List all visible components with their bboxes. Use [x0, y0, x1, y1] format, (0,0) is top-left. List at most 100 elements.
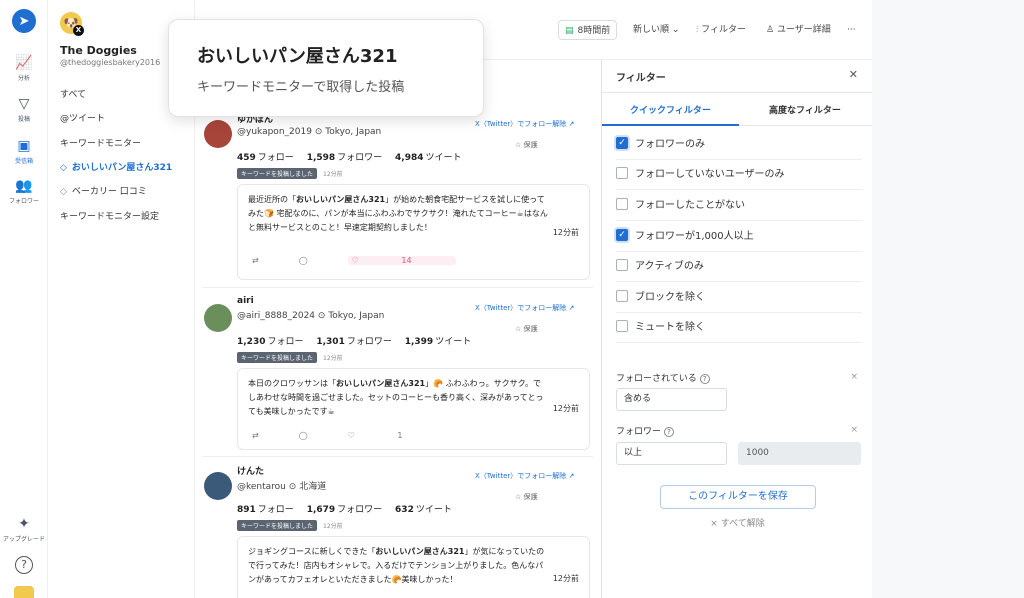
tweet-card[interactable]: 本日のクロワッサンは「おいしいパン屋さん321」🥐 ふわふわっ。サクサク。でしあ… — [237, 368, 590, 450]
rail-upgrade[interactable]: ✦ アップグレード — [0, 516, 48, 543]
following-label: フォロー — [257, 153, 294, 163]
checkbox-checked-icon[interactable]: ✓ — [616, 229, 628, 241]
sidebar-item-keyword-bakery[interactable]: ◇ おいしいパン屋さん321 — [48, 161, 195, 175]
user-detail-button[interactable]: ♙ ユーザー詳細 — [766, 20, 831, 40]
rail-post[interactable]: ▽ 投稿 — [0, 96, 48, 123]
checkbox-icon[interactable] — [616, 320, 628, 332]
sidebar-item-keyword-monitor[interactable]: キーワードモニター — [48, 137, 195, 151]
location-text: Tokyo, Japan — [328, 311, 385, 321]
avatar[interactable] — [204, 472, 232, 500]
remove-icon[interactable]: × — [850, 372, 858, 382]
checkbox-checked-icon[interactable]: ✓ — [616, 137, 628, 149]
tweet-card[interactable]: 最近近所の「おいしいパン屋さん321」が始めた朝食宅配サービスを試しに使ってみた… — [237, 184, 590, 280]
save-label: 保護 — [523, 141, 538, 149]
rail-analytics[interactable]: 📈 分析 — [0, 55, 48, 82]
sidebar-item-keyword-reviews[interactable]: ◇ ベーカリー 口コミ — [48, 185, 195, 199]
app-logo-icon[interactable]: ➤ — [12, 9, 36, 33]
filter-option-label: フォローしたことがない — [635, 200, 745, 211]
filter-option[interactable]: フォローしていないユーザーのみ — [616, 160, 862, 190]
save-button[interactable]: ☆ 保護 — [515, 324, 538, 334]
users-icon: 👥 — [15, 178, 33, 194]
reply-icon[interactable]: ◯ — [299, 256, 308, 265]
remove-icon[interactable]: × — [850, 425, 858, 435]
like-button[interactable]: ♡ 1 — [348, 431, 443, 440]
filter-option[interactable]: ブロックを除く — [616, 283, 862, 313]
like-button[interactable]: ♡ 14 — [347, 256, 456, 265]
save-filter-button[interactable]: このフィルターを保存 — [660, 485, 816, 509]
followers-label: フォロワー — [346, 337, 392, 347]
clear-all-button[interactable]: × すべて解除 — [602, 516, 873, 529]
tweets-count: 632 — [395, 505, 414, 515]
filter-option-label: フォロワーのみ — [635, 139, 705, 150]
clear-all-label: すべて解除 — [720, 519, 765, 529]
more-button[interactable]: ··· — [847, 20, 856, 40]
filter-option[interactable]: ✓ フォロワーのみ — [616, 130, 862, 160]
filter-button[interactable]: ⫶ フィルター — [696, 20, 746, 40]
sidebar-item-keyword-settings[interactable]: キーワードモニター設定 — [48, 210, 195, 224]
background-fade — [872, 0, 1024, 598]
checkbox-icon[interactable] — [616, 167, 628, 179]
help-circle-icon[interactable]: ? — [699, 374, 710, 384]
reply-icon[interactable]: ◯ — [299, 431, 308, 440]
tooltip-title: おいしいパン屋さん321 — [197, 46, 398, 67]
followers-count: 1,598 — [306, 153, 336, 163]
checkbox-icon[interactable] — [616, 259, 628, 271]
tag-icon: ◇ — [60, 187, 67, 197]
time-label: 8時間前 — [577, 26, 611, 36]
filter-option-label: フォロワーが1,000人以上 — [635, 231, 754, 242]
badge-time: 12分前 — [323, 355, 343, 362]
location-text: Tokyo, Japan — [325, 127, 382, 137]
location-pin-icon: ⊙ — [314, 127, 323, 137]
tab-quick-filter[interactable]: クイックフィルター — [630, 103, 711, 116]
tweet-keyword: おいしいパン屋さん321 — [296, 195, 386, 204]
sort-dropdown[interactable]: 新しい順 ⌄ — [633, 20, 679, 40]
tooltip-subtitle: キーワードモニターで取得した投稿 — [197, 80, 405, 95]
following-label: フォロー — [257, 505, 294, 515]
tweet-author-handle: @airi_8888_2024 ⊙ Tokyo, Japan — [237, 311, 384, 321]
help-circle-icon[interactable]: ? — [664, 427, 675, 437]
retweet-icon[interactable]: ⇄ — [252, 431, 259, 440]
user-icon: ♙ — [766, 25, 775, 35]
location-text: 北海道 — [299, 482, 327, 492]
save-button[interactable]: ☆ 保護 — [515, 140, 538, 150]
filter-option[interactable]: アクティブのみ — [616, 252, 862, 282]
followers-label: フォロワー — [337, 505, 383, 515]
sort-label: 新しい順 — [633, 25, 670, 35]
tweet-card[interactable]: ジョギングコースに新しくできた「おいしいパン屋さん321」が気になっていたので行… — [237, 536, 590, 598]
rail-followers[interactable]: 👥 フォロワー — [0, 178, 48, 205]
close-icon: × — [710, 519, 718, 529]
help-icon[interactable]: ? — [15, 556, 33, 574]
unfollow-link[interactable]: X（Twitter）でフォロー解除 ↗ — [475, 119, 574, 129]
tweet-author-name[interactable]: けんた — [237, 464, 264, 477]
followers-value-input[interactable]: 1000 — [738, 442, 861, 465]
tweet-item: ゆかぽん @yukapon_2019 ⊙ Tokyo, Japan X（Twit… — [195, 112, 601, 284]
checkbox-icon[interactable] — [616, 290, 628, 302]
followers-operator-select[interactable]: 以上 — [616, 442, 727, 465]
filter-option[interactable]: ✓ フォロワーが1,000人以上 — [616, 222, 862, 252]
rail-inbox[interactable]: ▣ 受信箱 — [0, 138, 48, 165]
retweet-icon[interactable]: ⇄ — [252, 256, 259, 265]
avatar[interactable] — [204, 120, 232, 148]
unfollow-link[interactable]: X（Twitter）でフォロー解除 ↗ — [475, 303, 574, 313]
location-pin-icon: ⊙ — [317, 311, 326, 321]
followers-label-text: フォロワー — [616, 427, 662, 437]
close-icon[interactable]: ✕ — [849, 68, 858, 81]
chevron-down-icon: ⌄ — [671, 25, 680, 35]
checkbox-icon[interactable] — [616, 198, 628, 210]
save-button[interactable]: ☆ 保護 — [515, 492, 538, 502]
followed-select[interactable]: 含める — [616, 388, 727, 411]
filter-option[interactable]: ミュートを除く — [616, 313, 862, 343]
badge-time: 12分前 — [323, 523, 343, 530]
time-button[interactable]: ▤ 8時間前 — [558, 20, 618, 40]
account-mini-avatar[interactable] — [14, 586, 34, 598]
following-count: 891 — [237, 505, 256, 515]
tab-advanced-filter[interactable]: 高度なフィルター — [769, 103, 841, 116]
filter-option[interactable]: フォローしたことがない — [616, 191, 862, 221]
tweet-author-name[interactable]: airi — [237, 296, 254, 306]
divider — [203, 456, 593, 457]
tweet-text-pre: ジョギングコースに新しくできた「 — [248, 547, 376, 556]
save-label: 保護 — [523, 325, 538, 333]
unfollow-link[interactable]: X（Twitter）でフォロー解除 ↗ — [475, 471, 574, 481]
tweet-author-handle: @kentarou ⊙ 北海道 — [237, 479, 326, 492]
avatar[interactable] — [204, 304, 232, 332]
